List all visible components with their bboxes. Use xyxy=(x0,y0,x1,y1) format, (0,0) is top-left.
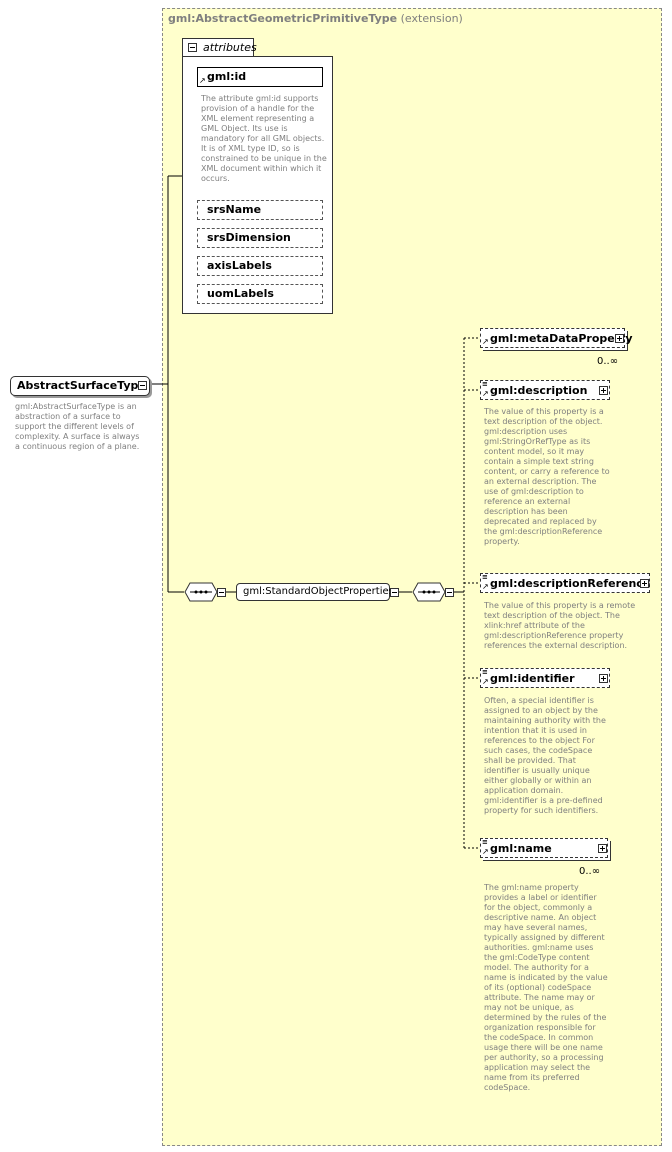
sequence-icon xyxy=(184,582,218,602)
attribute-uomlabels[interactable]: uomLabels xyxy=(197,284,323,304)
attribute-name: srsDimension xyxy=(207,231,291,244)
attributes-tab-label: attributes xyxy=(203,41,257,54)
attribute-srsdimension[interactable]: srsDimension xyxy=(197,228,323,248)
attribute-axislabels[interactable]: axisLabels xyxy=(197,256,323,276)
group-name: gml:StandardObjectProperties xyxy=(243,586,394,597)
expand-icon[interactable] xyxy=(640,579,649,588)
expand-icon[interactable] xyxy=(599,386,608,395)
expand-icon[interactable] xyxy=(599,674,608,683)
element-description-doc: The value of this property is a text des… xyxy=(484,407,610,546)
root-type[interactable]: AbstractSurfaceType xyxy=(10,376,150,396)
attribute-gml-id-doc: The attribute gml:id supports provision … xyxy=(201,94,327,183)
element-name[interactable]: ≡ ↗ gml:name xyxy=(480,838,608,858)
collapse-icon[interactable] xyxy=(445,588,454,597)
attribute-name: uomLabels xyxy=(207,287,274,300)
reference-arrow-icon: ↗ xyxy=(482,389,489,398)
element-descriptionreference[interactable]: ≡ ↗ gml:descriptionReference xyxy=(480,573,650,593)
documentation-icon: ≡ xyxy=(482,838,488,846)
reference-arrow-icon: ↗ xyxy=(482,847,489,856)
attribute-name: srsName xyxy=(207,203,262,216)
sequence-compositor[interactable] xyxy=(184,582,218,602)
attribute-name: gml:id xyxy=(207,70,247,83)
attribute-name: axisLabels xyxy=(207,259,272,272)
element-name: gml:metaDataProperty xyxy=(490,332,633,345)
cardinality: 0..∞ xyxy=(597,356,619,367)
reference-arrow-icon: ↗ xyxy=(482,337,489,346)
cardinality: 0..∞ xyxy=(579,866,601,877)
root-type-name: AbstractSurfaceType xyxy=(17,379,146,392)
element-name: gml:descriptionReference xyxy=(490,577,651,590)
group-standard-object-properties[interactable]: gml:StandardObjectProperties xyxy=(236,583,394,601)
collapse-icon[interactable] xyxy=(138,381,147,390)
element-name: gml:description xyxy=(490,384,588,397)
element-descriptionreference-doc: The value of this property is a remote t… xyxy=(484,601,636,650)
collapse-icon[interactable] xyxy=(188,43,197,52)
element-name-doc: The gml:name property provides a label o… xyxy=(484,883,608,1092)
attribute-srsname[interactable]: srsName xyxy=(197,200,323,220)
sequence-icon xyxy=(412,582,446,602)
attribute-gml-id[interactable]: ↗ gml:id xyxy=(197,67,323,87)
reference-arrow-icon: ↗ xyxy=(199,76,206,85)
documentation-icon: ≡ xyxy=(482,668,488,676)
element-identifier-doc: Often, a special identifier is assigned … xyxy=(484,696,606,815)
attributes-box: ↗ gml:id The attribute gml:id supports p… xyxy=(182,56,333,314)
collapse-icon[interactable] xyxy=(217,588,226,597)
reference-arrow-icon: ↗ xyxy=(482,582,489,591)
element-identifier[interactable]: ≡ ↗ gml:identifier xyxy=(480,668,610,688)
sequence-compositor[interactable] xyxy=(412,582,446,602)
collapse-icon[interactable] xyxy=(390,588,399,597)
attributes-tab[interactable]: attributes xyxy=(182,38,257,57)
element-name: gml:identifier xyxy=(490,672,575,685)
documentation-icon: ≡ xyxy=(482,380,488,388)
documentation-icon: ≡ xyxy=(482,573,488,581)
element-name-label: gml:name xyxy=(490,842,552,855)
expand-icon[interactable] xyxy=(598,844,607,853)
reference-arrow-icon: ↗ xyxy=(482,677,489,686)
root-type-doc: gml:AbstractSurfaceType is an abstractio… xyxy=(15,402,140,451)
expand-icon[interactable] xyxy=(615,334,624,343)
element-description[interactable]: ≡ ↗ gml:description xyxy=(480,380,610,400)
element-metadataproperty[interactable]: ↗ gml:metaDataProperty xyxy=(480,328,633,348)
